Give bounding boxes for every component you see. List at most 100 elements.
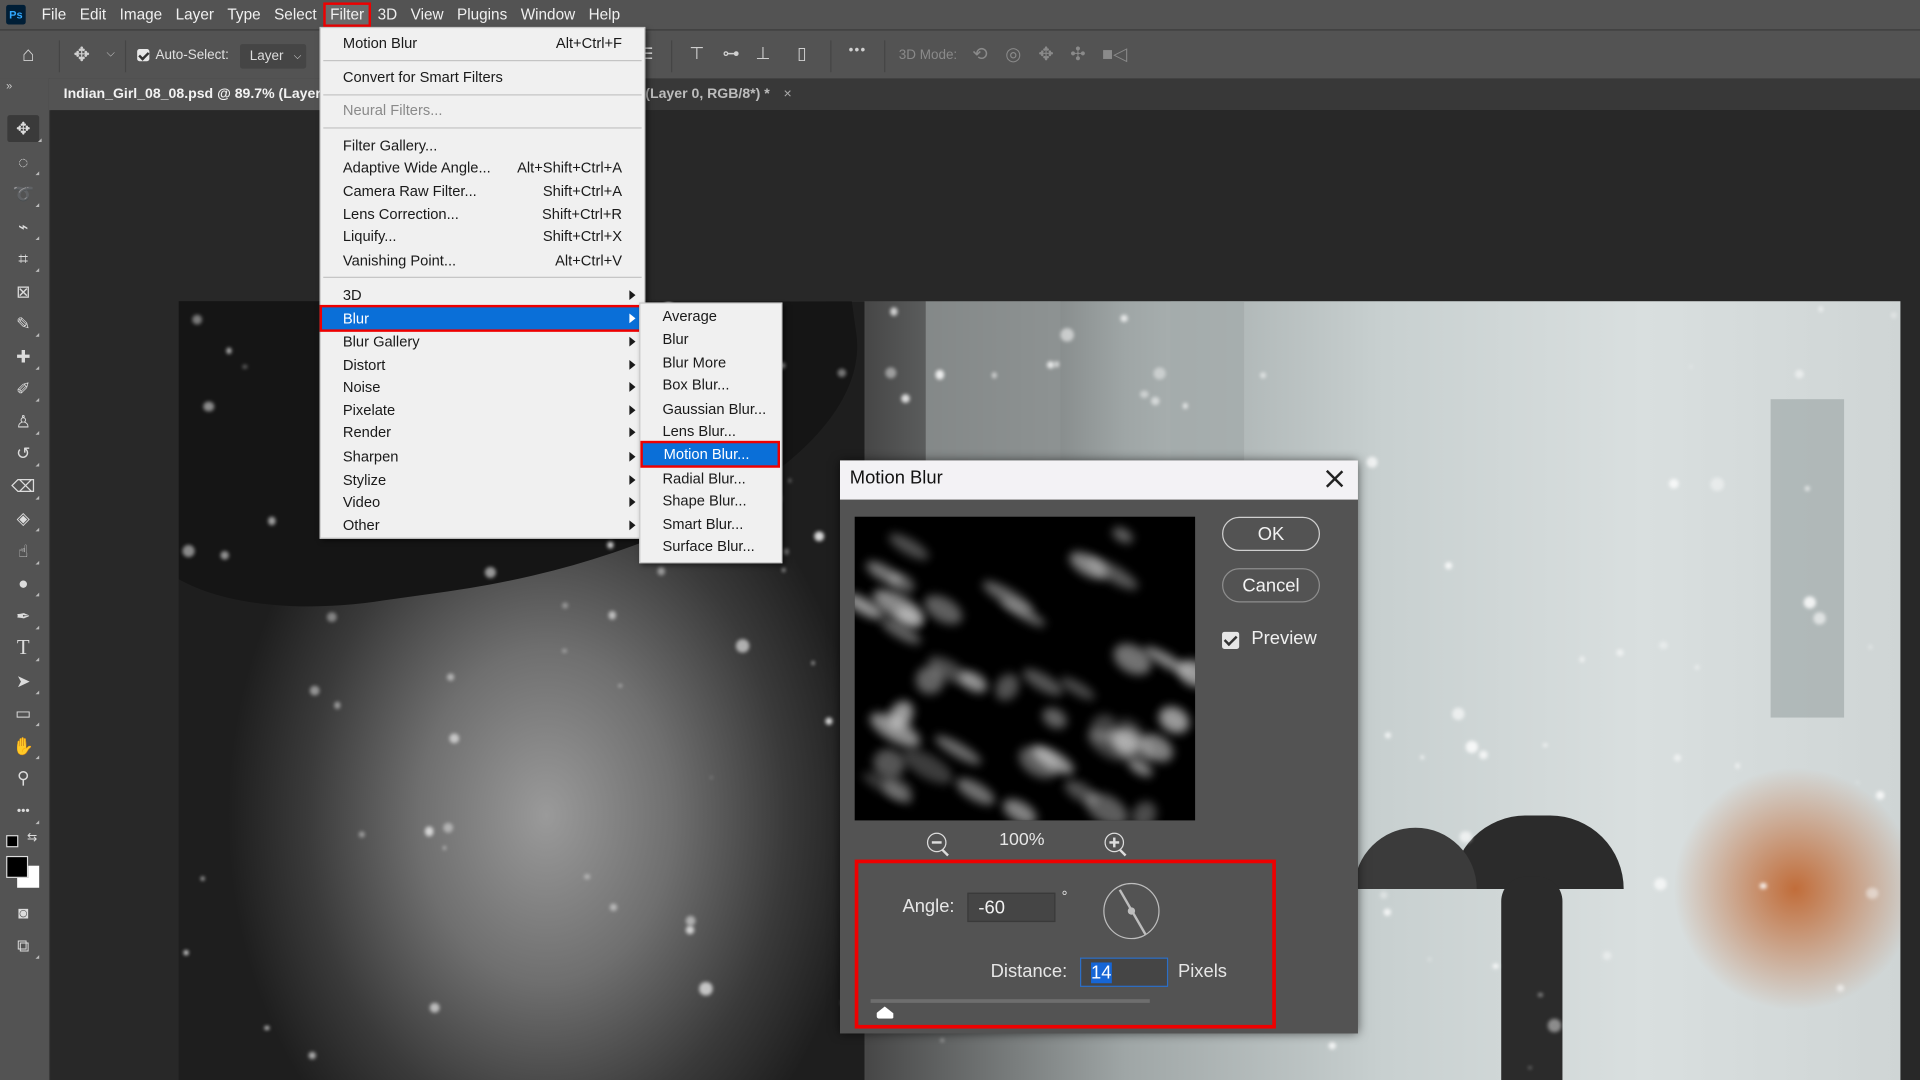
pen-tool[interactable]: ✒ bbox=[10, 602, 40, 630]
menu-item-3d[interactable]: 3D bbox=[321, 284, 644, 306]
hand-tool[interactable]: ✋ bbox=[10, 732, 40, 760]
crop-tool[interactable]: ⌗ bbox=[10, 245, 40, 272]
menu-item-adaptive-wide-angle[interactable]: Adaptive Wide Angle... Alt+Shift+Ctrl+A bbox=[321, 157, 644, 179]
angle-input[interactable]: -60 bbox=[967, 892, 1056, 923]
menu-filter[interactable]: Filter bbox=[322, 2, 372, 27]
menu-select[interactable]: Select bbox=[268, 4, 323, 26]
document-tab-active[interactable]: Indian_Girl_08_08.psd @ 89.7% (Layer 1 bbox=[48, 78, 321, 133]
submenu-item-average[interactable]: Average bbox=[640, 305, 781, 327]
menu-item-stylize[interactable]: Stylize bbox=[321, 469, 644, 491]
brush-tool[interactable]: ✐ bbox=[10, 375, 40, 402]
submenu-item-surface-blur[interactable]: Surface Blur... bbox=[640, 535, 781, 557]
menu-item-video[interactable]: Video bbox=[321, 491, 644, 513]
preview-checkbox[interactable] bbox=[1222, 631, 1240, 649]
menu-item-convert-smart-filters[interactable]: Convert for Smart Filters bbox=[321, 66, 644, 88]
distance-slider-thumb[interactable] bbox=[876, 1006, 894, 1019]
eyedropper-tool[interactable]: ✎ bbox=[10, 310, 40, 337]
zoom-in-icon[interactable] bbox=[1104, 832, 1125, 853]
auto-select-target-dropdown[interactable]: Layer ⌵ bbox=[240, 44, 307, 69]
elliptical-marquee-tool[interactable]: ◌ bbox=[10, 148, 40, 176]
filter-preview-image[interactable] bbox=[854, 516, 1196, 821]
home-icon[interactable]: ⌂ bbox=[22, 43, 35, 67]
submenu-item-smart-blur[interactable]: Smart Blur... bbox=[640, 513, 781, 535]
paint-bucket-tool[interactable]: ◈ bbox=[10, 504, 40, 532]
menu-item-distort[interactable]: Distort bbox=[321, 354, 644, 376]
menu-item-lens-correction[interactable]: Lens Correction... Shift+Ctrl+R bbox=[321, 203, 644, 225]
menu-item-blur[interactable]: Blur bbox=[319, 304, 646, 332]
menu-item-vanishing-point[interactable]: Vanishing Point... Alt+Ctrl+V bbox=[321, 250, 644, 272]
distance-slider-track[interactable] bbox=[870, 999, 1150, 1003]
quick-mask-icon[interactable]: ◙ bbox=[10, 899, 37, 926]
more-options-button[interactable]: ••• bbox=[849, 43, 867, 58]
menu-layer[interactable]: Layer bbox=[170, 4, 221, 26]
frame-tool[interactable]: ⊠ bbox=[10, 278, 37, 305]
menu-plugins[interactable]: Plugins bbox=[451, 4, 513, 26]
roll-3d-icon[interactable]: ◎ bbox=[1005, 43, 1021, 65]
slide-3d-icon[interactable]: ✣ bbox=[1070, 43, 1085, 65]
menu-item-liquify[interactable]: Liquify... Shift+Ctrl+X bbox=[321, 225, 644, 247]
expand-panel-icon[interactable]: » bbox=[6, 80, 12, 92]
menu-window[interactable]: Window bbox=[515, 4, 582, 26]
menu-item-sharpen[interactable]: Sharpen bbox=[321, 446, 644, 468]
angle-dial[interactable] bbox=[1103, 882, 1160, 940]
move-tool[interactable]: ✥ bbox=[7, 115, 42, 143]
rectangle-tool[interactable]: ▭ bbox=[10, 699, 40, 727]
dialog-title-bar[interactable]: Motion Blur bbox=[840, 460, 1358, 500]
menu-item-blur-gallery[interactable]: Blur Gallery bbox=[321, 331, 644, 353]
scale-3d-camera-icon[interactable]: ■◁ bbox=[1102, 43, 1127, 65]
menu-item-noise[interactable]: Noise bbox=[321, 376, 644, 398]
menu-image[interactable]: Image bbox=[114, 4, 169, 26]
submenu-item-gaussian-blur[interactable]: Gaussian Blur... bbox=[640, 398, 781, 420]
menu-edit[interactable]: Edit bbox=[74, 4, 113, 26]
lasso-tool[interactable]: ➰ bbox=[10, 180, 40, 207]
history-brush-tool[interactable]: ↺ bbox=[10, 440, 40, 467]
align-vertical-centers-icon[interactable]: ⊶ bbox=[722, 43, 739, 64]
document-tab-2[interactable]: (Layer 0, RGB/8*) * × bbox=[645, 78, 791, 110]
align-top-edges-icon[interactable]: ⊤ bbox=[689, 43, 704, 64]
clone-stamp-tool[interactable]: ♙ bbox=[10, 408, 40, 435]
close-tab-icon[interactable]: × bbox=[783, 87, 791, 102]
orbit-3d-icon[interactable]: ⟲ bbox=[972, 43, 987, 65]
menu-item-render[interactable]: Render bbox=[321, 421, 644, 443]
submenu-item-radial-blur[interactable]: Radial Blur... bbox=[640, 468, 781, 490]
menu-help[interactable]: Help bbox=[582, 4, 626, 26]
menu-3d[interactable]: 3D bbox=[371, 4, 403, 26]
chevron-down-icon[interactable]: ⌵ bbox=[107, 47, 115, 60]
smudge-tool[interactable]: ☝ bbox=[10, 538, 40, 565]
zoom-tool[interactable]: ⚲ bbox=[10, 764, 37, 791]
healing-brush-tool[interactable]: ✚ bbox=[10, 343, 40, 370]
submenu-item-blur-more[interactable]: Blur More bbox=[640, 351, 781, 373]
menu-item-pixelate[interactable]: Pixelate bbox=[321, 399, 644, 421]
dodge-tool[interactable]: ● bbox=[10, 569, 40, 597]
menu-file[interactable]: File bbox=[36, 4, 73, 26]
type-tool[interactable]: T bbox=[10, 634, 40, 662]
edit-toolbar-button[interactable]: ••• bbox=[10, 797, 40, 825]
auto-select-checkbox[interactable] bbox=[137, 48, 150, 62]
eraser-tool[interactable]: ⌫ bbox=[10, 473, 40, 500]
move-tool-icon[interactable]: ✥ bbox=[73, 43, 89, 67]
menu-item-camera-raw-filter[interactable]: Camera Raw Filter... Shift+Ctrl+A bbox=[321, 180, 644, 202]
path-selection-tool[interactable]: ➤ bbox=[10, 667, 40, 695]
default-colors-icon[interactable] bbox=[6, 835, 19, 848]
cancel-button[interactable]: Cancel bbox=[1222, 568, 1321, 603]
submenu-item-lens-blur[interactable]: Lens Blur... bbox=[640, 420, 781, 442]
pan-3d-icon[interactable]: ✥ bbox=[1038, 43, 1053, 65]
menu-type[interactable]: Type bbox=[221, 4, 266, 26]
submenu-item-motion-blur[interactable]: Motion Blur... bbox=[640, 440, 781, 468]
menu-item-last-filter[interactable]: Motion Blur Alt+Ctrl+F bbox=[321, 32, 644, 54]
distance-input[interactable]: 14 bbox=[1080, 957, 1169, 987]
submenu-item-blur[interactable]: Blur bbox=[640, 328, 781, 350]
menu-item-other[interactable]: Other bbox=[321, 514, 644, 536]
align-bottom-edges-icon[interactable]: ⊥ bbox=[756, 43, 771, 64]
object-selection-tool[interactable]: ⌁ bbox=[10, 213, 40, 241]
distribute-icon[interactable]: ▯ bbox=[797, 43, 806, 64]
menu-item-filter-gallery[interactable]: Filter Gallery... bbox=[321, 135, 644, 157]
zoom-out-icon[interactable] bbox=[926, 832, 947, 853]
foreground-color-swatch[interactable] bbox=[6, 855, 29, 878]
submenu-item-box-blur[interactable]: Box Blur... bbox=[640, 373, 781, 395]
ok-button[interactable]: OK bbox=[1222, 516, 1321, 552]
screen-mode-icon[interactable]: ⧉ bbox=[10, 932, 40, 959]
close-icon[interactable] bbox=[1324, 468, 1346, 490]
submenu-item-shape-blur[interactable]: Shape Blur... bbox=[640, 490, 781, 512]
menu-view[interactable]: View bbox=[405, 4, 450, 26]
